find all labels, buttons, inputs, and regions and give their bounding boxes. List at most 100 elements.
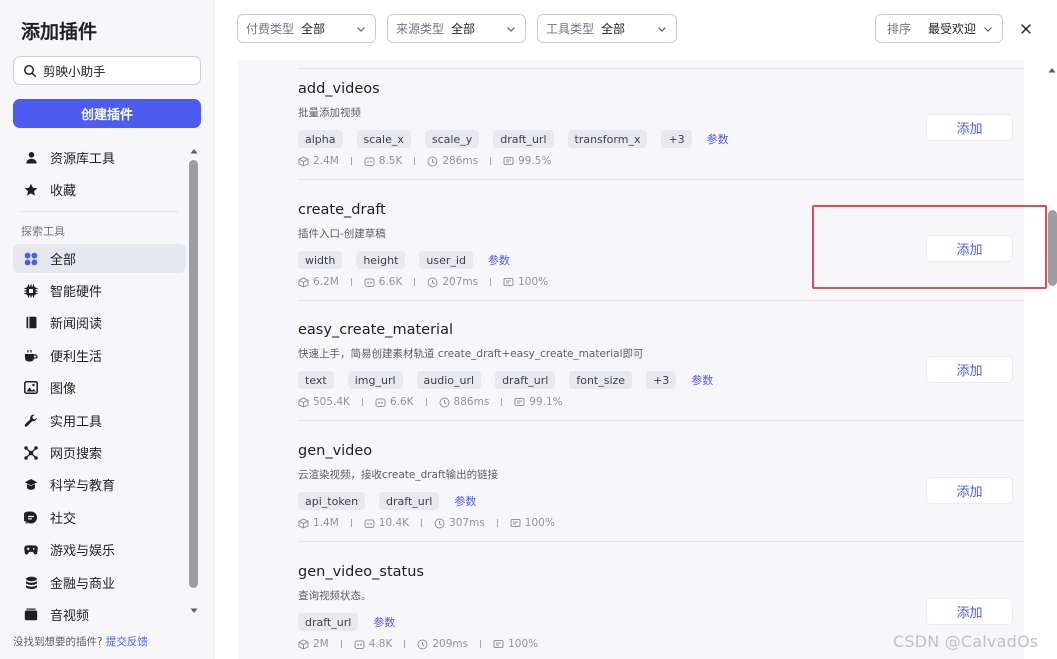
search-input[interactable] <box>43 63 193 78</box>
network-icon <box>24 445 38 460</box>
add-plugin-button[interactable]: 添加 <box>926 356 1013 383</box>
params-link[interactable]: 参数 <box>454 493 476 509</box>
scroll-up-arrow-icon[interactable] <box>1047 65 1057 75</box>
scroll-down-arrow-icon[interactable] <box>189 606 199 616</box>
bot-icon <box>364 519 375 528</box>
plugin-description: 插件入口-创建草稿 <box>298 228 386 240</box>
image-icon <box>24 381 38 395</box>
params-link[interactable]: 参数 <box>373 614 395 630</box>
sidebar-item-web-search[interactable]: 网页搜索 <box>13 438 186 467</box>
params-link[interactable]: 参数 <box>488 252 510 268</box>
filter-pay-type[interactable]: 付费类型 全部 <box>237 14 376 43</box>
search-icon <box>23 64 37 77</box>
param-tags: draft_url 参数 <box>298 613 395 631</box>
sidebar-item-games[interactable]: 游戏与娱乐 <box>13 535 186 564</box>
filter-source-type[interactable]: 来源类型 全部 <box>387 14 526 43</box>
sidebar-item-media[interactable]: 音视频 <box>13 600 186 621</box>
stat-value: 6.2M <box>313 276 339 288</box>
plugin-card: easy_create_material 快速上手，简易创建素材轨道 creat… <box>238 300 1024 421</box>
grid-icon <box>24 252 38 266</box>
plugin-card: add_videos 批量添加视频 alpha scale_x scale_y dra… <box>238 60 1024 180</box>
stat-downloads: 505.4K <box>298 396 350 408</box>
close-icon[interactable] <box>1018 21 1034 37</box>
message-icon <box>510 518 521 527</box>
bot-icon <box>364 157 375 166</box>
filter-value: 全部 <box>601 22 626 36</box>
stat-latency: 307ms <box>434 517 485 529</box>
scroll-up-arrow-icon[interactable] <box>189 146 199 156</box>
plugin-name: create_draft <box>298 202 386 218</box>
add-plugin-button[interactable]: 添加 <box>926 598 1013 625</box>
stat-success-rate: 99.1% <box>514 396 563 408</box>
sidebar-item-label: 游戏与娱乐 <box>50 544 116 559</box>
chevron-down-icon <box>507 27 515 32</box>
param-tag: font_size <box>569 371 633 389</box>
sort-dropdown[interactable]: 排序 最受欢迎 <box>875 14 1003 43</box>
gamepad-icon <box>24 543 38 557</box>
divider <box>340 640 342 648</box>
sidebar-scrollbar-thumb[interactable] <box>189 160 198 588</box>
param-tag: height <box>356 251 406 269</box>
sidebar-item-hardware[interactable]: 智能硬件 <box>13 276 186 305</box>
more-params-tag[interactable]: +3 <box>646 371 677 389</box>
stat-value: 209ms <box>432 638 469 650</box>
filter-value: 全部 <box>451 22 476 36</box>
feedback-link[interactable]: 提交反馈 <box>106 636 148 648</box>
plugin-description: 查询视频状态。 <box>298 590 372 602</box>
sidebar: 添加插件 创建插件 资源库工具 收藏 探索工具 全部 智能硬件 新闻阅读 <box>0 0 214 659</box>
sidebar-item-label: 社交 <box>50 512 77 527</box>
cube-icon <box>298 276 309 288</box>
message-icon <box>514 397 525 406</box>
plugin-name: easy_create_material <box>298 322 453 338</box>
stat-latency: 207ms <box>427 276 478 288</box>
filter-tool-type[interactable]: 工具类型 全部 <box>537 14 677 43</box>
plugin-name: gen_video_status <box>298 564 424 580</box>
feedback-text: 没找到想要的插件? <box>13 636 103 648</box>
sidebar-item-all[interactable]: 全部 <box>13 244 186 273</box>
stat-success-rate: 100% <box>503 276 548 288</box>
sidebar-item-utilities[interactable]: 实用工具 <box>13 406 186 435</box>
chat-icon <box>24 511 38 525</box>
stat-downloads: 1.4M <box>298 517 339 529</box>
plugin-list: add_videos 批量添加视频 alpha scale_x scale_y dra… <box>238 60 1024 659</box>
sidebar-item-library[interactable]: 资源库工具 <box>13 143 186 172</box>
clock-icon <box>427 156 438 166</box>
cube-icon <box>298 638 309 650</box>
sidebar-item-image[interactable]: 图像 <box>13 373 186 402</box>
divider <box>21 211 178 212</box>
param-tag: width <box>298 251 343 269</box>
param-tag: scale_x <box>356 130 411 148</box>
add-plugin-button[interactable]: 添加 <box>926 114 1013 141</box>
stat-value: 8.5K <box>378 155 403 167</box>
param-tag: alpha <box>298 130 343 148</box>
cup-icon <box>24 349 38 363</box>
stat-bots: 6.6K <box>364 276 403 288</box>
divider <box>421 519 423 527</box>
stat-value: 6.6K <box>378 276 403 288</box>
add-plugin-button[interactable]: 添加 <box>926 477 1013 504</box>
params-link[interactable]: 参数 <box>691 372 713 388</box>
sidebar-item-life[interactable]: 便利生活 <box>13 341 186 370</box>
cube-icon <box>298 396 309 408</box>
divider <box>414 157 416 165</box>
sidebar-item-news[interactable]: 新闻阅读 <box>13 308 186 337</box>
sidebar-item-science[interactable]: 科学与教育 <box>13 470 186 499</box>
main-scrollbar-thumb[interactable] <box>1048 210 1057 286</box>
create-plugin-button[interactable]: 创建插件 <box>13 99 201 128</box>
book-icon <box>24 316 38 330</box>
sidebar-item-label: 新闻阅读 <box>50 317 103 332</box>
sidebar-item-social[interactable]: 社交 <box>13 503 186 532</box>
stat-value: 886ms <box>453 396 490 408</box>
stat-latency: 886ms <box>439 396 490 408</box>
stat-latency: 286ms <box>427 155 478 167</box>
sidebar-item-favorites[interactable]: 收藏 <box>13 175 186 204</box>
highlight-annotation-box <box>812 205 1047 289</box>
dialog-title: 添加插件 <box>21 21 98 43</box>
param-tag: draft_url <box>298 613 359 631</box>
search-field[interactable] <box>13 56 201 85</box>
params-link[interactable]: 参数 <box>707 131 729 147</box>
bot-icon <box>354 640 365 649</box>
more-params-tag[interactable]: +3 <box>661 130 692 148</box>
filter-label: 来源类型 <box>396 22 445 36</box>
sidebar-item-finance[interactable]: 金融与商业 <box>13 568 186 597</box>
